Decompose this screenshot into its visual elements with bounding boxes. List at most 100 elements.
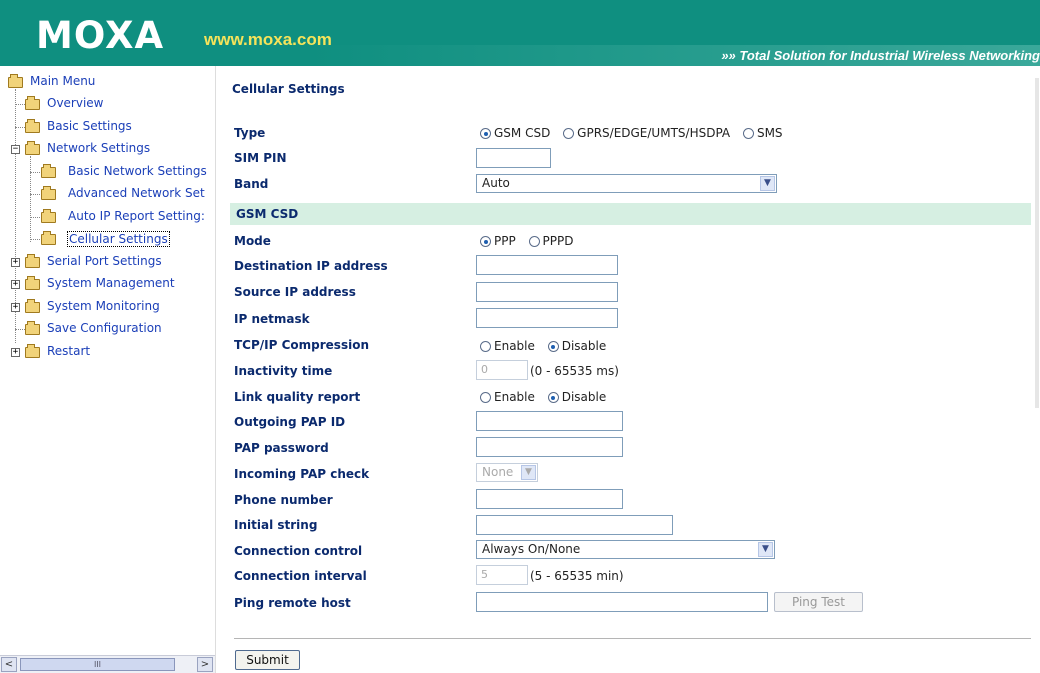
- folder-open-icon: [25, 141, 40, 155]
- link-quality-enable-radio[interactable]: [480, 392, 491, 403]
- sidebar-item-label[interactable]: Main Menu: [30, 74, 95, 88]
- sidebar-item-basic-network-settings[interactable]: Basic Network Settings: [0, 161, 215, 184]
- sidebar-item-label[interactable]: Basic Network Settings: [68, 164, 207, 178]
- sidebar-item-auto-ip-report-settings[interactable]: Auto IP Report Setting:: [0, 206, 215, 229]
- mode-option-label: PPP: [494, 234, 516, 248]
- tcpip-enable-radio[interactable]: [480, 341, 491, 352]
- sidebar-item-label[interactable]: Overview: [47, 96, 104, 110]
- phone-number-input[interactable]: [476, 489, 623, 509]
- type-sms-radio[interactable]: [742, 128, 754, 139]
- connection-interval-input[interactable]: 5: [476, 565, 528, 585]
- expand-icon[interactable]: +: [11, 257, 20, 267]
- pap-password-input[interactable]: [476, 437, 623, 457]
- source-ip-input[interactable]: [476, 282, 618, 302]
- type-radio-group: GSM CSD GPRS/EDGE/UMTS/HSDPA SMS: [480, 126, 792, 140]
- source-ip-label: Source IP address: [234, 285, 356, 299]
- sidebar-item-system-monitoring[interactable]: + System Monitoring: [0, 296, 215, 319]
- chevron-down-icon[interactable]: ▼: [760, 176, 775, 191]
- folder-icon: [25, 276, 40, 290]
- type-option-label: SMS: [756, 126, 783, 140]
- tree-branch: [30, 239, 40, 240]
- mode-ppp-radio[interactable]: [480, 236, 491, 247]
- band-select-value: Auto: [482, 176, 510, 190]
- incoming-pap-check-value: None: [482, 465, 514, 479]
- folder-icon: [25, 253, 40, 268]
- sidebar-item-advanced-network-settings[interactable]: Advanced Network Set: [0, 183, 215, 206]
- ping-remote-host-label: Ping remote host: [234, 596, 351, 610]
- sidebar-item-cellular-settings[interactable]: Cellular Settings: [0, 228, 215, 251]
- sidebar-item-overview[interactable]: Overview: [0, 93, 215, 116]
- sidebar-item-label[interactable]: Restart: [47, 344, 90, 358]
- section-header-gsm-csd: GSM CSD: [230, 203, 1031, 225]
- folder-icon: [25, 96, 40, 110]
- site-url[interactable]: www.moxa.com: [204, 30, 332, 50]
- folder-icon: [25, 298, 40, 313]
- folder-open-icon: [8, 74, 23, 88]
- link-quality-disable-radio[interactable]: [547, 392, 559, 403]
- scroll-left-button[interactable]: <: [1, 657, 17, 672]
- tree-branch: [15, 126, 25, 128]
- tree-branch: [30, 194, 40, 195]
- mode-option-label: PPPD: [542, 234, 574, 248]
- tcpip-disable-radio[interactable]: [547, 341, 559, 352]
- ping-remote-host-input[interactable]: [476, 592, 768, 612]
- sidebar-item-label[interactable]: Cellular Settings: [67, 231, 170, 247]
- outgoing-pap-id-input[interactable]: [476, 411, 623, 431]
- phone-number-label: Phone number: [234, 493, 333, 507]
- ip-netmask-input[interactable]: [476, 308, 618, 328]
- band-label: Band: [234, 177, 269, 191]
- chevron-down-icon[interactable]: ▼: [521, 465, 536, 480]
- connection-interval-label: Connection interval: [234, 569, 367, 583]
- sidebar-item-label[interactable]: Save Configuration: [47, 321, 162, 335]
- sidebar-horizontal-scrollbar[interactable]: < III >: [0, 655, 215, 673]
- connection-control-value: Always On/None: [482, 542, 581, 556]
- type-option-label: GSM CSD: [494, 126, 551, 140]
- sidebar-item-label[interactable]: Serial Port Settings: [47, 254, 162, 268]
- destination-ip-label: Destination IP address: [234, 259, 388, 273]
- sidebar-item-label[interactable]: Advanced Network Set: [68, 186, 205, 200]
- sidebar-item-label[interactable]: Auto IP Report Setting:: [68, 209, 205, 223]
- inactivity-time-input[interactable]: 0: [476, 360, 528, 380]
- sidebar-tree: Main Menu Overview Basic Settings − Netw…: [0, 66, 216, 673]
- sidebar-item-basic-settings[interactable]: Basic Settings: [0, 116, 215, 139]
- type-gsm-csd-radio[interactable]: [480, 128, 491, 139]
- expand-icon[interactable]: +: [11, 280, 20, 289]
- sidebar-item-label[interactable]: System Monitoring: [47, 299, 160, 313]
- sidebar-item-label[interactable]: Basic Settings: [47, 119, 132, 133]
- band-select[interactable]: Auto ▼: [476, 174, 777, 193]
- submit-button[interactable]: Submit: [235, 650, 300, 670]
- sidebar-item-serial-port-settings[interactable]: + Serial Port Settings: [0, 251, 215, 274]
- folder-icon: [41, 186, 56, 200]
- incoming-pap-check-select[interactable]: None ▼: [476, 463, 538, 482]
- chevron-down-icon[interactable]: ▼: [758, 542, 773, 557]
- link-quality-option-label: Disable: [561, 390, 607, 404]
- destination-ip-input[interactable]: [476, 255, 618, 275]
- sidebar-item-save-configuration[interactable]: Save Configuration: [0, 318, 215, 341]
- page-scroll-thumb[interactable]: [1035, 78, 1039, 408]
- mode-pppd-radio[interactable]: [528, 236, 540, 247]
- scroll-thumb[interactable]: III: [20, 658, 175, 671]
- sidebar-item-label[interactable]: System Management: [47, 276, 175, 290]
- sidebar-item-system-management[interactable]: + System Management: [0, 273, 215, 296]
- connection-control-select[interactable]: Always On/None ▼: [476, 540, 775, 559]
- sim-pin-input[interactable]: [476, 148, 551, 168]
- sidebar-item-restart[interactable]: + Restart: [0, 341, 215, 364]
- sidebar-item-network-settings[interactable]: − Network Settings: [0, 138, 215, 161]
- tree-branch: [30, 216, 40, 218]
- pap-password-label: PAP password: [234, 441, 329, 455]
- folder-icon: [41, 163, 56, 178]
- type-gprs-radio[interactable]: [563, 128, 575, 139]
- sidebar-item-label[interactable]: Network Settings: [47, 141, 150, 155]
- scroll-right-button[interactable]: >: [197, 657, 213, 672]
- collapse-icon[interactable]: −: [11, 145, 20, 154]
- form-divider: [234, 638, 1031, 639]
- ip-netmask-label: IP netmask: [234, 312, 310, 326]
- sidebar-item-main-menu[interactable]: Main Menu: [0, 71, 215, 93]
- initial-string-input[interactable]: [476, 515, 673, 535]
- ping-test-button[interactable]: Ping Test: [774, 592, 863, 612]
- expand-icon[interactable]: +: [11, 347, 20, 357]
- sim-pin-label: SIM PIN: [234, 151, 287, 165]
- expand-icon[interactable]: +: [11, 302, 20, 312]
- folder-icon: [25, 321, 40, 335]
- main-content: Cellular Settings Type GSM CSD GPRS/EDGE…: [216, 66, 1040, 673]
